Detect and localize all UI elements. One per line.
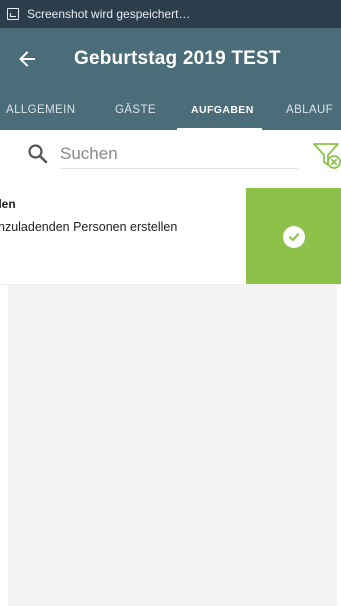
filter-clear-icon[interactable] (313, 142, 341, 170)
app-screen: Screenshot wird gespeichert… Geburtstag … (0, 0, 341, 606)
search-icon (27, 143, 49, 165)
task-description: nzuladenden Personen erstellen (0, 220, 178, 234)
tab-ablauf[interactable]: ABLAUF (286, 90, 333, 130)
tab-allgemein[interactable]: ALLGEMEIN (6, 90, 75, 130)
status-bar: Screenshot wird gespeichert… (0, 0, 341, 28)
tab-aufgaben[interactable]: AUFGABEN (191, 90, 254, 130)
status-text: Screenshot wird gespeichert… (27, 7, 191, 21)
search-input[interactable] (60, 140, 298, 169)
task-list-item[interactable]: llen nzuladenden Personen erstellen (0, 188, 341, 285)
screenshot-icon (7, 8, 19, 20)
arrow-left-icon[interactable] (0, 28, 54, 90)
tab-gaeste[interactable]: GÄSTE (115, 90, 156, 130)
check-circle-icon (282, 226, 305, 248)
search-bar (0, 130, 341, 178)
empty-list-area (8, 285, 337, 606)
app-bar: Geburtstag 2019 TEST (0, 28, 341, 90)
complete-task-button[interactable] (246, 188, 341, 284)
tab-bar: ALLGEMEIN GÄSTE AUFGABEN ABLAUF (0, 90, 341, 130)
page-title: Geburtstag 2019 TEST (74, 48, 281, 69)
task-title: llen (0, 197, 16, 211)
